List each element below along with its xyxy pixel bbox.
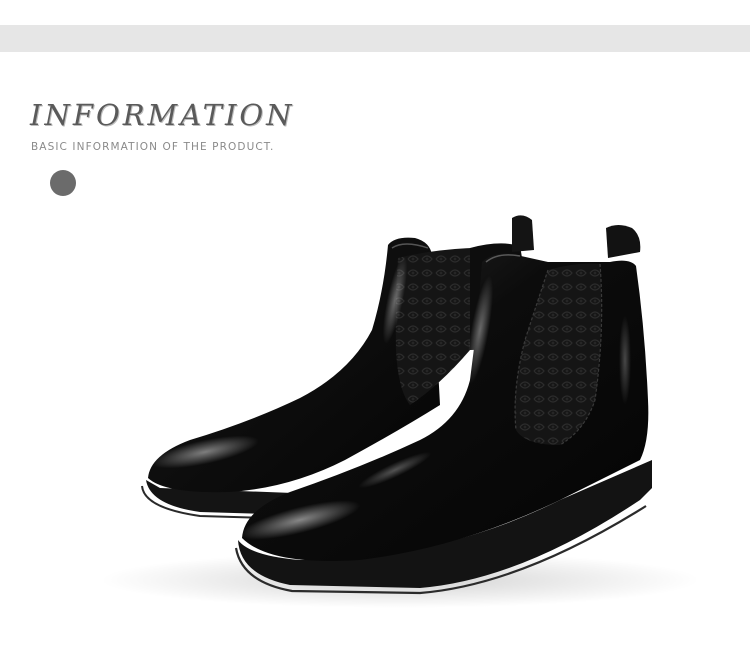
product-image — [100, 215, 700, 608]
